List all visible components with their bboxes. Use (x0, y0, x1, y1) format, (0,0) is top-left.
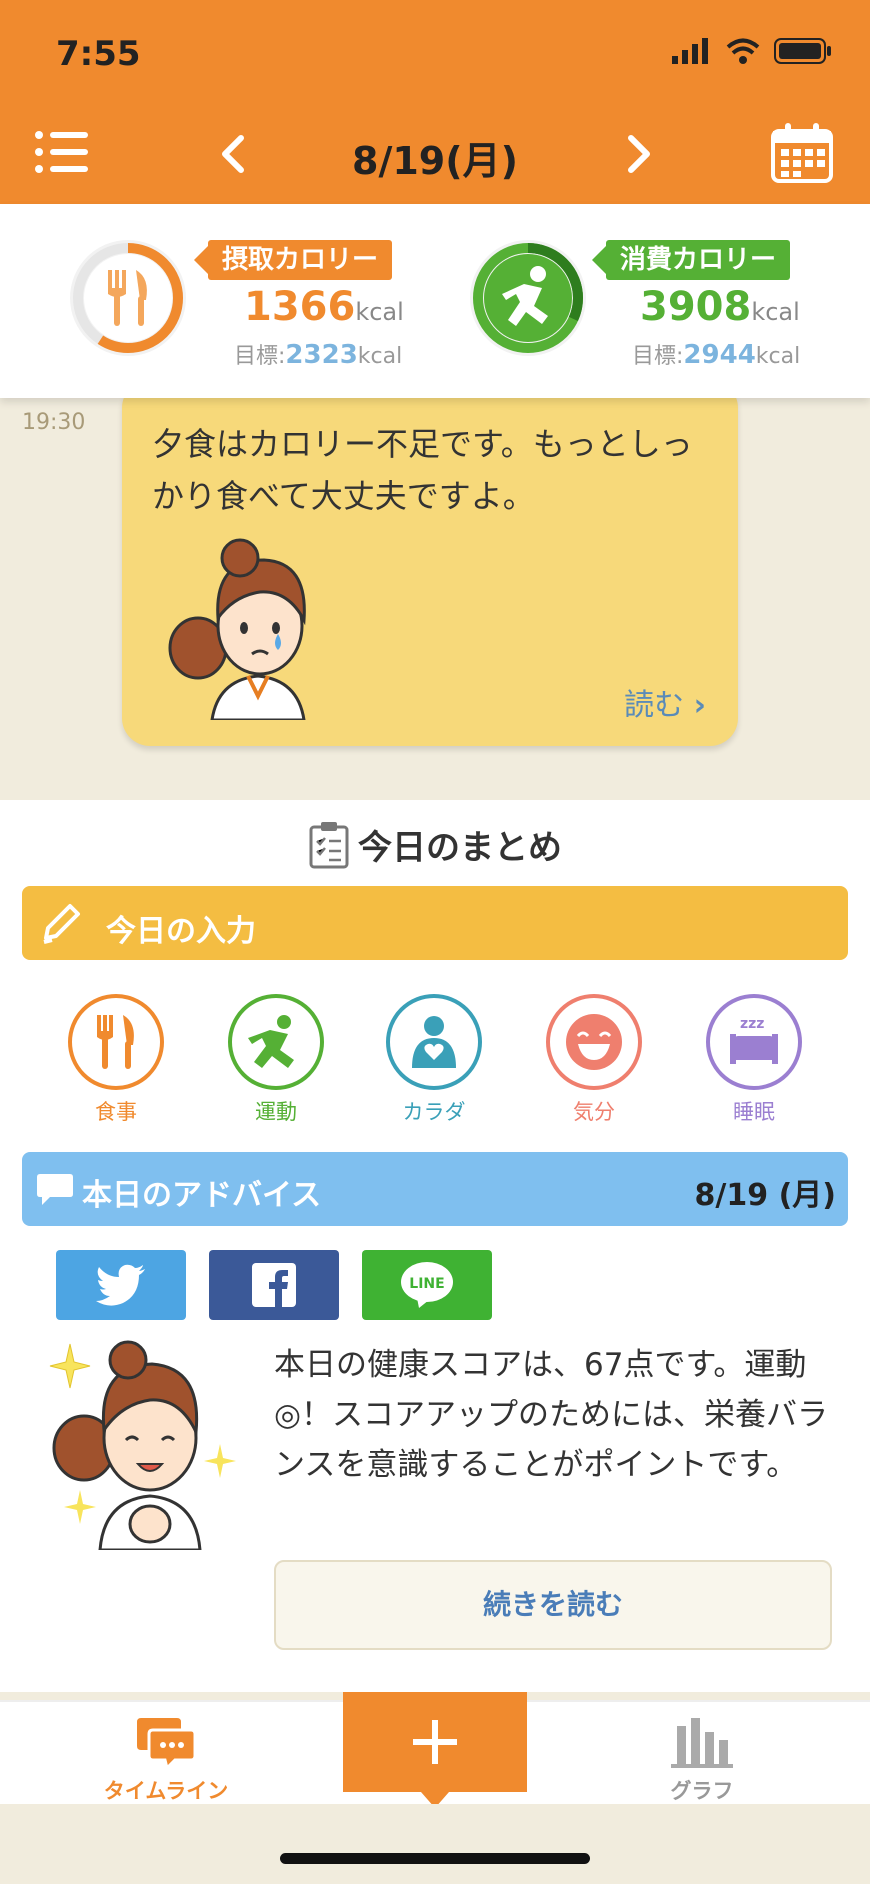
facebook-share-button[interactable] (209, 1250, 339, 1320)
facebook-icon (252, 1263, 296, 1307)
bed-icon: zzz (706, 994, 802, 1090)
fork-knife-icon (68, 994, 164, 1090)
next-day-chevron-icon[interactable] (616, 130, 664, 178)
timeline-message-card[interactable]: 夕食はカロリー不足です。もっとしっかり食べて大丈夫ですよ。 読む › (122, 380, 738, 746)
pencil-icon (43, 904, 80, 944)
status-time: 7:55 (56, 34, 141, 74)
chevron-right-icon: › (693, 688, 706, 723)
signal-icon (672, 38, 708, 64)
battery-icon (774, 38, 831, 64)
home-indicator[interactable] (280, 1853, 590, 1864)
advice-title: 本日のアドバイス (82, 1178, 322, 1213)
timeline-time: 19:30 (22, 410, 86, 435)
burned-ring[interactable] (464, 234, 592, 366)
intake-value: 1366kcal (244, 284, 404, 330)
category-sleep[interactable]: zzz 睡眠 (706, 994, 802, 1126)
running-person-icon (228, 994, 324, 1090)
home-indicator-area (0, 1804, 870, 1884)
intake-label: 摂取カロリー (193, 240, 393, 280)
advice-date: 8/19 (月) (694, 1178, 836, 1213)
intake-ring[interactable] (64, 234, 192, 366)
chat-bubble-icon (137, 1718, 197, 1771)
speech-bubble-icon (37, 1174, 73, 1205)
daily-summary: 今日のまとめ 今日の入力 食事 運動 カラダ 気分 zzz 睡眠 本日のアドバイ… (0, 800, 870, 1692)
burned-goal: 目標:2944kcal (632, 340, 801, 370)
advice-text: 本日の健康スコアは、67点です。運動◎！スコアアップのためには、栄養バランスを意… (274, 1347, 829, 1483)
line-share-button[interactable]: LINE (362, 1250, 492, 1320)
twitter-share-button[interactable] (56, 1250, 186, 1320)
today-input-title: 今日の入力 (106, 914, 256, 949)
app-header: 7:55 8/19(月) (0, 0, 870, 204)
svg-text:LINE: LINE (409, 1276, 444, 1292)
tab-timeline[interactable]: タイムライン (96, 1716, 236, 1805)
summary-title: 今日のまとめ (0, 820, 870, 869)
read-more-link[interactable]: 読む › (624, 680, 706, 724)
svg-text:zzz: zzz (740, 1016, 764, 1032)
twitter-icon (96, 1264, 145, 1306)
timeline-message: 夕食はカロリー不足です。もっとしっかり食べて大丈夫ですよ。 (152, 425, 693, 515)
advisor-sad-illustration (168, 530, 338, 724)
advice-header: 本日のアドバイス 8/19 (月) (22, 1152, 848, 1226)
category-mood[interactable]: 気分 (546, 994, 642, 1126)
plus-icon (413, 1720, 457, 1764)
line-icon: LINE (401, 1262, 453, 1308)
advisor-happy-illustration (40, 1340, 250, 1554)
date-title: 8/19(月) (352, 139, 518, 183)
smile-icon (546, 994, 642, 1090)
calorie-panel: 摂取カロリー 1366kcal 目標:2323kcal 消費カロリー 3908k… (0, 204, 870, 398)
wifi-icon (726, 38, 760, 64)
clipboard-icon (309, 821, 349, 868)
burned-value: 3908kcal (640, 284, 800, 330)
category-exercise[interactable]: 運動 (228, 994, 324, 1126)
body-heart-icon (386, 994, 482, 1090)
burned-label: 消費カロリー (591, 240, 791, 280)
read-more-label: 読む (624, 688, 685, 723)
calendar-icon[interactable] (766, 120, 838, 186)
continue-reading-button[interactable]: 続きを読む (274, 1560, 832, 1650)
bar-chart-icon (671, 1718, 733, 1768)
category-meal[interactable]: 食事 (68, 994, 164, 1126)
intake-goal: 目標:2323kcal (234, 340, 403, 370)
tab-graph[interactable]: グラフ (632, 1716, 772, 1805)
today-input-header: 今日の入力 (22, 886, 848, 960)
status-icons (672, 38, 832, 64)
category-body[interactable]: カラダ (386, 994, 482, 1126)
add-entry-button[interactable] (343, 1692, 527, 1808)
